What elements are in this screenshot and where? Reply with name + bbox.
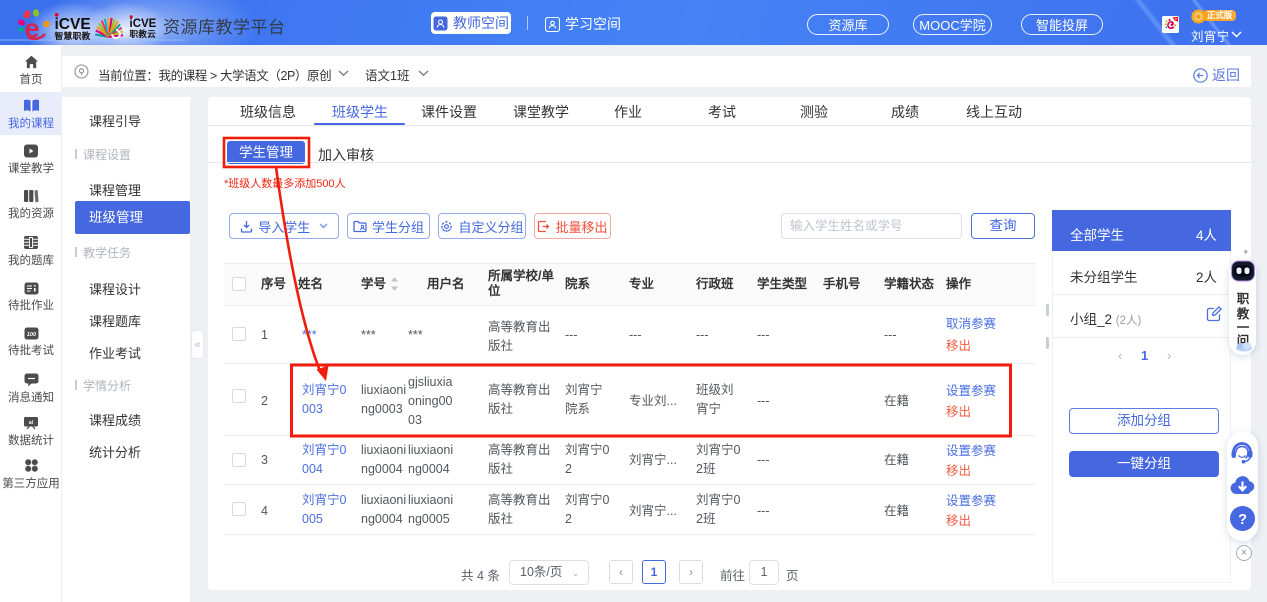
svg-text:100: 100 [26, 332, 35, 338]
svg-text:al: al [29, 420, 34, 426]
svg-text:?: ? [1238, 512, 1247, 528]
svg-text:职教云: 职教云 [130, 28, 157, 39]
svg-text:智慧职教: 智慧职教 [55, 30, 91, 41]
